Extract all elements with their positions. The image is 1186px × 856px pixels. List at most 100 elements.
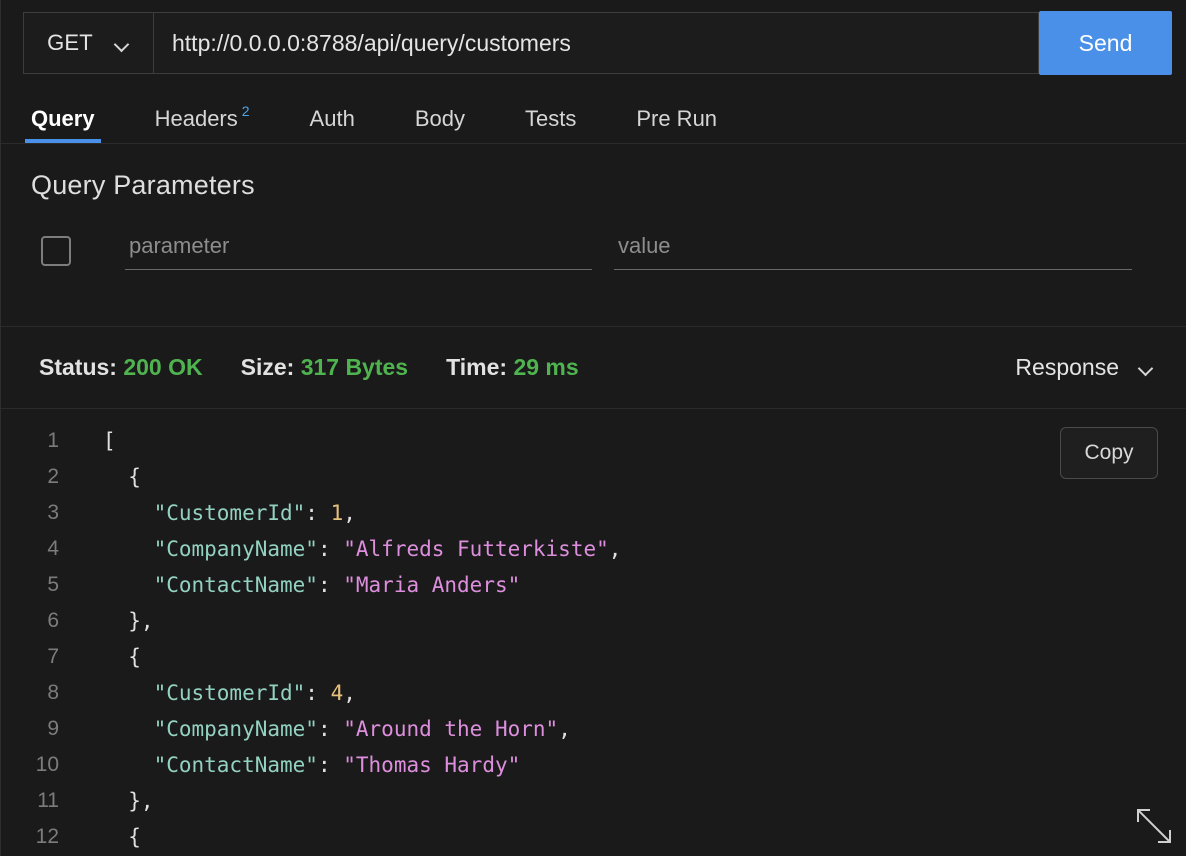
code-line-number: 9 [47,717,59,740]
tab-auth-label: Auth [309,106,355,131]
code-line-number: 10 [35,753,59,776]
code-line-content: "CustomerId": 1, [71,495,356,531]
code-token-str: "Alfreds Futterkiste" [343,537,609,561]
code-line-content: "CompanyName": "Alfreds Futterkiste", [71,531,622,567]
code-token-key: "CompanyName" [153,717,318,741]
status-value: 200 OK [123,354,203,380]
code-token-key: "ContactName" [153,753,318,777]
code-token-punct: { [103,645,141,669]
url-input[interactable] [153,12,1039,74]
code-line-content: { [71,819,141,855]
code-token-punct: { [103,465,141,489]
tab-query[interactable]: Query [25,95,101,143]
code-line-number: 1 [47,429,59,452]
code-line-content: "CompanyName": "Around the Horn", [71,711,571,747]
code-token-punct: : [317,537,344,561]
code-line: 2 { [1,459,1186,495]
code-token-punct [103,573,154,597]
size-badge: Size: 317 Bytes [241,354,409,381]
code-line-number: 3 [47,501,59,524]
code-line: 1[ [1,423,1186,459]
time-value: 29 ms [513,354,579,380]
code-token-punct: : [317,717,344,741]
code-token-punct: : [305,681,331,705]
code-line-number: 5 [47,573,59,596]
query-parameters-title: Query Parameters [31,170,255,200]
tab-headers-label: Headers [154,106,238,131]
code-token-punct: }, [103,609,154,633]
code-token-punct: , [343,681,356,705]
query-parameter-row [1,231,1186,270]
response-code-lines: 1[2 {3 "CustomerId": 1, 4 "CompanyName": … [1,423,1186,855]
code-token-punct: , [608,537,622,561]
tab-body[interactable]: Body [409,95,471,143]
copy-button[interactable]: Copy [1060,427,1158,479]
query-parameter-value-input[interactable] [613,231,1132,270]
tab-auth[interactable]: Auth [304,95,361,143]
code-line-content: { [71,459,141,495]
code-line: 8 "CustomerId": 4, [1,675,1186,711]
code-token-punct: , [558,717,571,741]
code-token-punct: : [305,501,331,525]
size-label: Size: [240,354,295,380]
code-line: 6 }, [1,603,1186,639]
code-line-content: }, [71,783,154,819]
response-status-bar: Status: 200 OK Size: 317 Bytes Time: 29 … [1,327,1186,409]
time-label: Time: [446,354,508,380]
code-line: 12 { [1,819,1186,855]
code-line-number: 2 [47,465,59,488]
code-line: 3 "CustomerId": 1, [1,495,1186,531]
code-token-punct: }, [103,789,154,813]
code-line-number: 8 [47,681,59,704]
chevron-down-icon [1139,363,1154,372]
query-parameter-enable-checkbox[interactable] [41,235,71,266]
query-parameter-name-input[interactable] [125,231,592,270]
code-line: 11 }, [1,783,1186,819]
code-line-number: 11 [37,789,59,812]
code-token-punct: , [343,501,356,525]
request-tabs: Query Headers 2 Auth Body Tests Pre Run [1,86,1186,144]
time-badge: Time: 29 ms [446,354,579,381]
code-line-content: }, [71,603,154,639]
code-token-punct [103,753,154,777]
code-line-content: [ [71,423,116,459]
code-line: 4 "CompanyName": "Alfreds Futterkiste", [1,531,1186,567]
response-view-label: Response [1015,354,1119,380]
query-parameters-panel: Query Parameters [1,144,1186,327]
tab-tests[interactable]: Tests [519,95,582,143]
code-token-punct: : [317,753,344,777]
code-line-content: { [71,639,141,675]
code-line: 9 "CompanyName": "Around the Horn", [1,711,1186,747]
chevron-down-icon [115,39,130,48]
code-token-punct [103,717,154,741]
code-token-str: "Around the Horn" [343,717,559,741]
code-token-punct [103,681,154,705]
code-line: 5 "ContactName": "Maria Anders" [1,567,1186,603]
tab-pre-run[interactable]: Pre Run [630,95,723,143]
api-client-window: GET Send Query Headers 2 Auth Body Tests… [0,0,1186,856]
code-token-punct [103,501,154,525]
code-line-number: 4 [47,537,59,560]
response-body-viewer[interactable]: 1[2 {3 "CustomerId": 1, 4 "CompanyName": … [1,409,1186,856]
tab-headers-badge: 2 [241,103,250,119]
code-line-number: 12 [35,825,59,848]
code-line: 7 { [1,639,1186,675]
diagonal-resize-icon[interactable] [1132,804,1176,848]
response-view-dropdown[interactable]: Response [1015,354,1160,381]
code-line-number: 7 [47,645,59,668]
code-token-punct: [ [103,429,116,453]
tab-pre-run-label: Pre Run [636,106,718,131]
size-value: 317 Bytes [300,354,409,380]
tab-tests-label: Tests [524,106,577,131]
code-line-content: "CustomerId": 4, [71,675,356,711]
send-button[interactable]: Send [1039,11,1172,75]
http-method-label: GET [47,30,93,55]
status-badge: Status: 200 OK [39,354,203,381]
code-line-content: "ContactName": "Thomas Hardy" [71,747,521,783]
code-token-punct: : [317,573,344,597]
code-token-num: 4 [330,681,344,705]
code-line: 10 "ContactName": "Thomas Hardy" [1,747,1186,783]
http-method-dropdown[interactable]: GET [23,12,153,74]
tab-headers[interactable]: Headers 2 [149,95,256,143]
tab-query-label: Query [31,106,95,131]
